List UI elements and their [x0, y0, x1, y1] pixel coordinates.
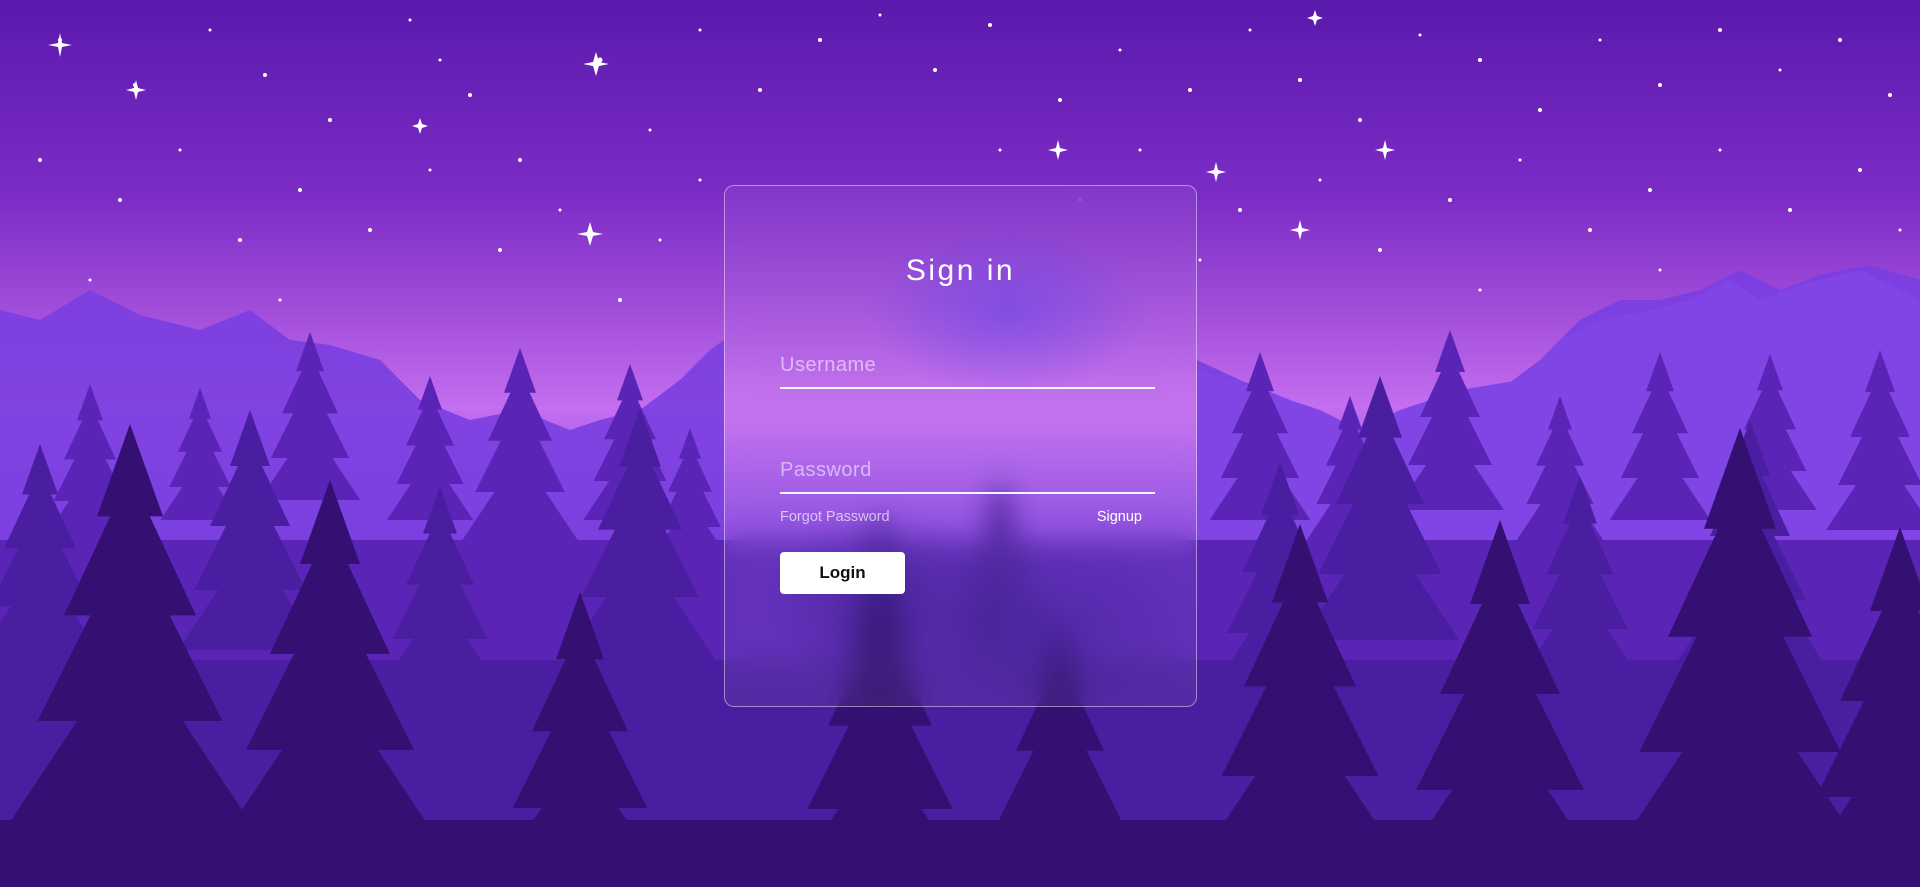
login-card: Sign in Forgot Password Signup Login	[724, 185, 1197, 707]
forgot-password-link[interactable]: Forgot Password	[780, 509, 890, 525]
login-button[interactable]: Login	[780, 552, 905, 594]
password-input[interactable]	[780, 454, 1155, 494]
login-page: Sign in Forgot Password Signup Login	[0, 0, 1920, 887]
page-title: Sign in	[905, 254, 1016, 287]
signup-link[interactable]: Signup	[1097, 509, 1142, 525]
username-input[interactable]	[780, 349, 1155, 389]
